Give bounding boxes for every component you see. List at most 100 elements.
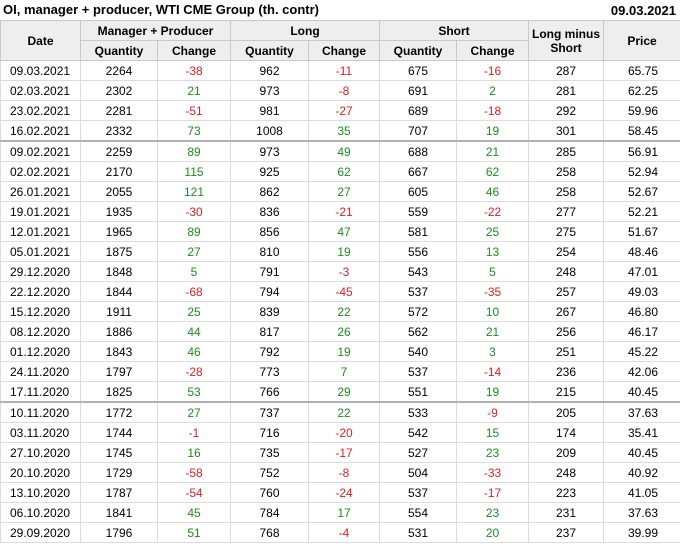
short-quantity-cell: 707	[379, 120, 458, 142]
long-minus-short-cell: 281	[528, 80, 605, 101]
date-cell: 19.01.2021	[0, 201, 81, 222]
short-change-cell: -33	[456, 462, 530, 483]
col-header-short-change: Change	[456, 40, 530, 61]
price-cell: 52.21	[603, 201, 680, 222]
table-row: 09.03.2021 2264 -38 962 -11 675 -16 287 65.75	[0, 60, 680, 81]
long-quantity-cell: 791	[230, 261, 309, 282]
long-change-cell: -8	[307, 462, 381, 483]
mp-quantity-cell: 1965	[80, 221, 158, 242]
long-minus-short-cell: 285	[528, 140, 605, 162]
long-minus-short-cell: 267	[528, 301, 605, 322]
col-header-price: Price	[603, 20, 680, 61]
long-minus-short-cell: 277	[528, 201, 605, 222]
short-quantity-cell: 559	[379, 201, 458, 222]
table-row: 12.01.2021 1965 89 856 47 581 25 275 51.67	[0, 221, 680, 242]
price-cell: 40.45	[603, 381, 680, 403]
mp-change-cell: 121	[157, 181, 231, 202]
short-quantity-cell: 504	[379, 462, 458, 483]
date-cell: 02.03.2021	[0, 80, 81, 101]
long-quantity-cell: 773	[230, 361, 309, 382]
mp-quantity-cell: 1787	[80, 482, 158, 503]
long-quantity-cell: 925	[230, 161, 309, 182]
long-quantity-cell: 973	[230, 140, 309, 162]
col-header-long-minus-short-line2: Short	[550, 40, 582, 55]
mp-change-cell: 115	[157, 161, 231, 182]
header-row-groups: Date Manager + Producer Long Short Long …	[0, 20, 680, 61]
price-cell: 42.06	[603, 361, 680, 382]
price-cell: 49.03	[603, 281, 680, 302]
mp-quantity-cell: 2264	[80, 60, 158, 81]
date-cell: 26.01.2021	[0, 181, 81, 202]
short-change-cell: -35	[456, 281, 530, 302]
mp-quantity-cell: 1848	[80, 261, 158, 282]
short-quantity-cell: 691	[379, 80, 458, 101]
price-cell: 40.45	[603, 442, 680, 463]
mp-change-cell: 27	[157, 401, 231, 423]
long-change-cell: -11	[307, 60, 381, 81]
short-quantity-cell: 543	[379, 261, 458, 282]
table-row: 02.03.2021 2302 21 973 -8 691 2 281 62.25	[0, 80, 680, 101]
long-change-cell: -17	[307, 442, 381, 463]
short-change-cell: 15	[456, 422, 530, 443]
price-cell: 40.92	[603, 462, 680, 483]
mp-change-cell: 53	[157, 381, 231, 403]
date-cell: 17.11.2020	[0, 381, 81, 403]
date-cell: 22.12.2020	[0, 281, 81, 302]
mp-change-cell: 73	[157, 120, 231, 142]
table-row: 29.09.2020 1796 51 768 -4 531 20 237 39.99	[0, 522, 680, 543]
mp-change-cell: -1	[157, 422, 231, 443]
mp-quantity-cell: 1844	[80, 281, 158, 302]
long-minus-short-cell: 258	[528, 161, 605, 182]
long-change-cell: -21	[307, 201, 381, 222]
long-change-cell: 35	[307, 120, 381, 142]
short-change-cell: 19	[456, 120, 530, 142]
col-header-long-minus-short-line1: Long minus	[532, 26, 601, 41]
date-cell: 13.10.2020	[0, 482, 81, 503]
long-minus-short-cell: 257	[528, 281, 605, 302]
long-quantity-cell: 766	[230, 381, 309, 403]
short-change-cell: 13	[456, 241, 530, 262]
short-change-cell: 10	[456, 301, 530, 322]
long-change-cell: -20	[307, 422, 381, 443]
long-minus-short-cell: 205	[528, 401, 605, 423]
long-quantity-cell: 792	[230, 341, 309, 362]
long-minus-short-cell: 231	[528, 502, 605, 523]
price-cell: 65.75	[603, 60, 680, 81]
table-row: 17.11.2020 1825 53 766 29 551 19 215 40.45	[0, 381, 680, 403]
table-row: 02.02.2021 2170 115 925 62 667 62 258 52.94	[0, 161, 680, 182]
long-change-cell: -8	[307, 80, 381, 101]
long-quantity-cell: 784	[230, 502, 309, 523]
table-row: 06.10.2020 1841 45 784 17 554 23 231 37.63	[0, 502, 680, 523]
long-minus-short-cell: 236	[528, 361, 605, 382]
short-change-cell: -22	[456, 201, 530, 222]
price-cell: 37.63	[603, 502, 680, 523]
short-quantity-cell: 533	[379, 401, 458, 423]
mp-change-cell: 27	[157, 241, 231, 262]
short-change-cell: 5	[456, 261, 530, 282]
long-minus-short-cell: 215	[528, 381, 605, 403]
table-row: 16.02.2021 2332 73 1008 35 707 19 301 58.45	[0, 120, 680, 142]
short-quantity-cell: 531	[379, 522, 458, 543]
long-quantity-cell: 768	[230, 522, 309, 543]
long-minus-short-cell: 287	[528, 60, 605, 81]
long-change-cell: 22	[307, 301, 381, 322]
short-change-cell: 23	[456, 442, 530, 463]
long-change-cell: 27	[307, 181, 381, 202]
mp-quantity-cell: 1911	[80, 301, 158, 322]
table-row: 20.10.2020 1729 -58 752 -8 504 -33 248 40.92	[0, 462, 680, 483]
mp-quantity-cell: 2055	[80, 181, 158, 202]
mp-change-cell: -51	[157, 100, 231, 121]
mp-change-cell: -38	[157, 60, 231, 81]
table-row: 08.12.2020 1886 44 817 26 562 21 256 46.17	[0, 321, 680, 342]
price-cell: 52.67	[603, 181, 680, 202]
date-cell: 20.10.2020	[0, 462, 81, 483]
long-change-cell: 19	[307, 241, 381, 262]
date-cell: 16.02.2021	[0, 120, 81, 142]
short-quantity-cell: 537	[379, 361, 458, 382]
long-minus-short-cell: 258	[528, 181, 605, 202]
mp-quantity-cell: 2302	[80, 80, 158, 101]
col-header-date: Date	[0, 20, 81, 61]
mp-change-cell: -68	[157, 281, 231, 302]
long-minus-short-cell: 275	[528, 221, 605, 242]
long-quantity-cell: 735	[230, 442, 309, 463]
